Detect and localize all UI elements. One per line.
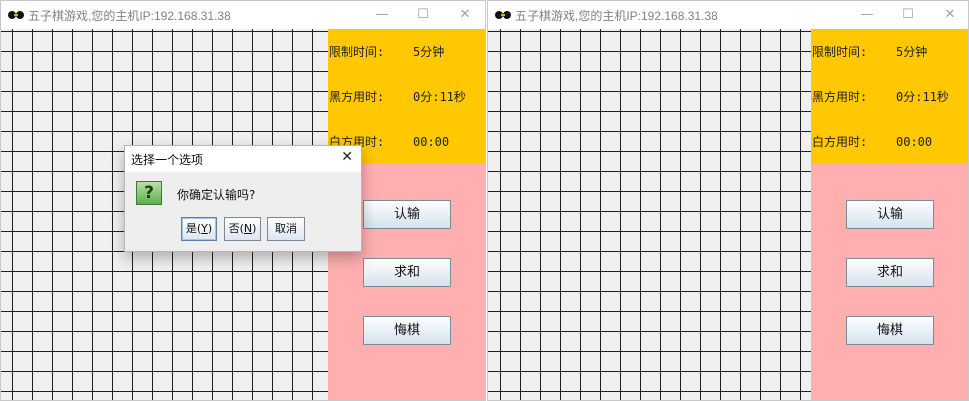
yes-label: 是( [185,222,202,235]
app-icon [8,11,24,19]
maximize-button[interactable]: ☐ [898,6,918,24]
cancel-button[interactable]: 取消 [267,217,305,241]
no-label: 否( [228,222,244,235]
minimize-button[interactable]: — [857,6,877,24]
control-panel: 认输 求和 悔棋 [811,164,968,400]
dialog-title: 选择一个选项 [131,153,204,167]
time-limit-label: 限制时间: [329,45,385,59]
close-button[interactable]: ✕ [940,6,960,24]
resign-button[interactable]: 认输 [363,200,451,229]
game-window-right: 五子棋游戏,您的主机IP:192.168.31.38 — ☐ ✕ 限制时间: 5分… [487,0,969,401]
white-time-value: 00:00 [896,135,933,149]
yes-label-end: ) [207,222,213,235]
window-title: 五子棋游戏,您的主机IP:192.168.31.38 [515,9,718,23]
minimize-button[interactable]: — [372,6,392,24]
title-bar[interactable]: 五子棋游戏,您的主机IP:192.168.31.38 — ☐ ✕ [1,1,485,29]
time-limit-value: 5分钟 [896,45,928,59]
app-icon [495,11,511,19]
window-title: 五子棋游戏,您的主机IP:192.168.31.38 [28,9,231,23]
white-time-row: 白方用时: 00:00 [812,133,932,150]
no-label-end: ) [252,222,257,235]
title-bar[interactable]: 五子棋游戏,您的主机IP:192.168.31.38 — ☐ ✕ [488,1,968,29]
undo-button[interactable]: 悔棋 [363,316,451,345]
info-panel: 限制时间: 5分钟 黑方用时: 0分:11秒 白方用时: 00:00 [811,29,968,164]
black-time-row: 黑方用时: 0分:11秒 [329,88,466,105]
undo-button[interactable]: 悔棋 [846,316,934,345]
black-time-value: 0分:11秒 [413,90,466,104]
maximize-button[interactable]: ☐ [413,6,433,24]
resign-button[interactable]: 认输 [846,200,934,229]
dialog-title-bar[interactable]: 选择一个选项 ✕ [125,146,361,172]
dialog-message: 你确定认输吗? [177,188,256,202]
draw-button[interactable]: 求和 [846,258,934,287]
black-time-label: 黑方用时: [812,90,868,104]
dialog-close-icon[interactable]: ✕ [341,149,353,165]
time-limit-value: 5分钟 [413,45,445,59]
gomoku-board[interactable] [488,29,811,400]
black-time-value: 0分:11秒 [896,90,949,104]
white-time-value: 00:00 [413,135,450,149]
white-time-label: 白方用时: [812,135,868,149]
black-time-label: 黑方用时: [329,90,385,104]
black-time-row: 黑方用时: 0分:11秒 [812,88,949,105]
draw-button[interactable]: 求和 [363,258,451,287]
no-button[interactable]: 否(N) [224,217,261,241]
time-limit-label: 限制时间: [812,45,868,59]
yes-mnemonic: Y [201,222,208,235]
question-icon: ? [136,181,162,205]
resign-confirm-dialog: 选择一个选项 ✕ ? 你确定认输吗? 是(Y) 否(N) 取消 [124,145,362,252]
no-mnemonic: N [243,222,253,235]
info-panel: 限制时间: 5分钟 黑方用时: 0分:11秒 白方用时: 00:00 [328,29,485,164]
close-button[interactable]: ✕ [455,6,475,24]
time-limit-row: 限制时间: 5分钟 [812,43,927,60]
time-limit-row: 限制时间: 5分钟 [329,43,444,60]
yes-button[interactable]: 是(Y) [181,217,217,241]
